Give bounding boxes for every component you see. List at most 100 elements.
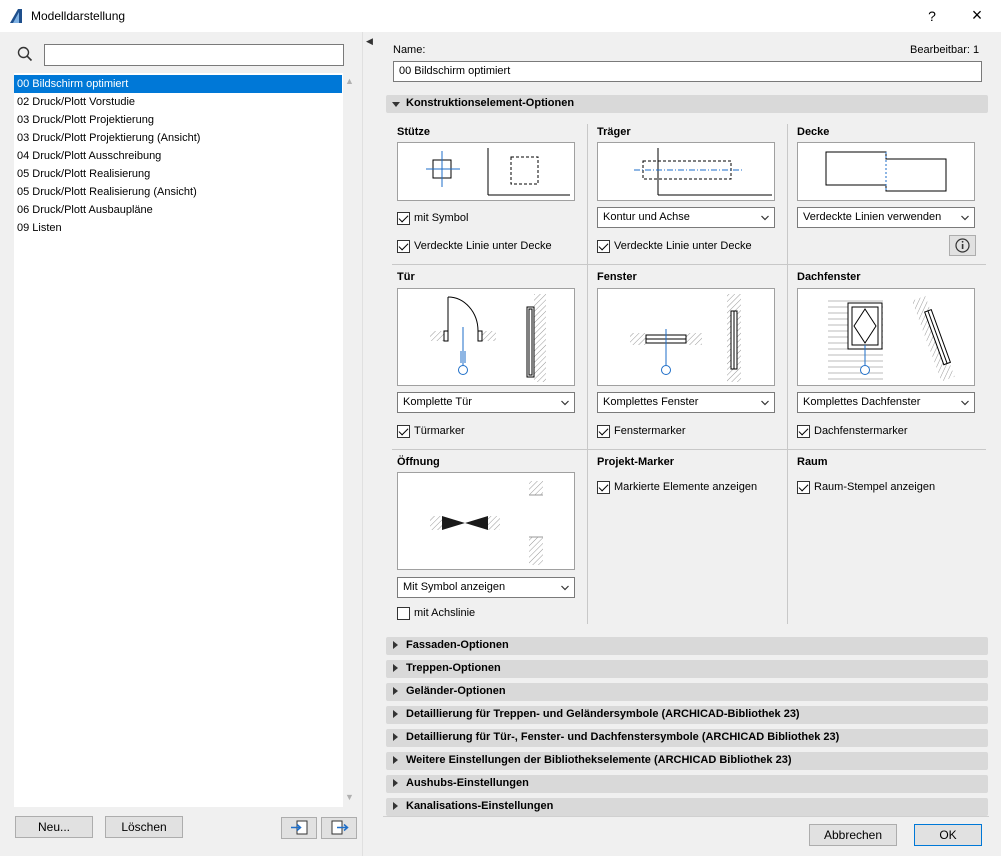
name-field[interactable]: 00 Bildschirm optimiert <box>393 61 982 82</box>
list-item[interactable]: 05 Druck/Plott Realisierung <box>14 165 343 183</box>
traeger-dropdown[interactable]: Kontur und Achse <box>597 207 775 228</box>
collapsed-section-header[interactable]: Aushubs-Einstellungen <box>386 775 988 793</box>
collapse-left-panel-icon[interactable]: ◀ <box>366 36 373 47</box>
section-label: Konstruktionselement-Optionen <box>406 97 575 109</box>
section-label: Detaillierung für Treppen- und Geländers… <box>406 708 800 720</box>
ok-button[interactable]: OK <box>914 824 982 846</box>
expand-arrow-icon <box>393 756 398 764</box>
checkbox-icon <box>397 212 410 225</box>
stuetze-preview <box>397 142 575 201</box>
expanded-arrow-icon <box>392 102 400 107</box>
decke-dropdown[interactable]: Verdeckte Linien verwenden <box>797 207 975 228</box>
section-label: Detaillierung für Tür-, Fenster- und Dac… <box>406 731 840 743</box>
column-separator <box>587 124 588 624</box>
checkbox-icon <box>397 240 410 253</box>
fenster-dropdown[interactable]: Komplettes Fenster <box>597 392 775 413</box>
section-label: Geländer-Optionen <box>406 685 506 697</box>
checkbox-icon <box>597 481 610 494</box>
collapsed-section-header[interactable]: Detaillierung für Treppen- und Geländers… <box>386 706 988 724</box>
dachfenster-preview <box>797 288 975 386</box>
decke-title: Decke <box>797 126 830 138</box>
checkbox-icon <box>397 607 410 620</box>
import-icon <box>291 820 308 835</box>
checkbox-icon <box>597 425 610 438</box>
footer-separator <box>383 816 989 817</box>
row-separator <box>392 449 986 450</box>
collapsed-section-header[interactable]: Detaillierung für Tür-, Fenster- und Dac… <box>386 729 988 747</box>
dachfenster-dropdown[interactable]: Komplettes Dachfenster <box>797 392 975 413</box>
dachfenster-title: Dachfenster <box>797 271 861 283</box>
expand-arrow-icon <box>393 687 398 695</box>
delete-button[interactable]: Löschen <box>105 816 183 838</box>
title-bar: Modelldarstellung ? × <box>0 0 1001 32</box>
expand-arrow-icon <box>393 641 398 649</box>
list-item[interactable]: 03 Druck/Plott Projektierung <box>14 111 343 129</box>
oeffnung-title: Öffnung <box>397 456 440 468</box>
oeffnung-preview <box>397 472 575 570</box>
checkbox-icon <box>797 481 810 494</box>
chevron-down-icon <box>561 400 569 406</box>
help-button[interactable]: ? <box>918 3 946 29</box>
info-icon <box>955 238 970 253</box>
section-construction-options[interactable]: Konstruktionselement-Optionen <box>386 95 988 113</box>
chevron-down-icon <box>561 585 569 591</box>
list-item[interactable]: 02 Druck/Plott Vorstudie <box>14 93 343 111</box>
export-icon <box>331 820 349 835</box>
tuer-dropdown[interactable]: Komplette Tür <box>397 392 575 413</box>
stuetze-title: Stütze <box>397 126 430 138</box>
archicad-app-icon <box>10 9 22 23</box>
expand-arrow-icon <box>393 802 398 810</box>
scroll-up-icon[interactable]: ▲ <box>345 76 354 86</box>
preset-list: 00 Bildschirm optimiert 02 Druck/Plott Vo… <box>14 73 343 807</box>
collapsed-section-header[interactable]: Treppen-Optionen <box>386 660 988 678</box>
projekt-marker-title: Projekt-Marker <box>597 456 675 468</box>
collapsed-section-header[interactable]: Kanalisations-Einstellungen <box>386 798 988 816</box>
scroll-down-icon[interactable]: ▼ <box>345 792 354 802</box>
section-label: Kanalisations-Einstellungen <box>406 800 554 812</box>
decke-preview <box>797 142 975 201</box>
list-item[interactable]: 09 Listen <box>14 219 343 237</box>
tuer-title: Tür <box>397 271 415 283</box>
window-title: Modelldarstellung <box>31 9 126 23</box>
export-button[interactable] <box>321 817 357 839</box>
section-label: Weitere Einstellungen der Bibliotheksele… <box>406 754 792 766</box>
cancel-button[interactable]: Abbrechen <box>809 824 897 846</box>
chevron-down-icon <box>761 215 769 221</box>
import-button[interactable] <box>281 817 317 839</box>
new-button[interactable]: Neu... <box>15 816 93 838</box>
list-item[interactable]: 05 Druck/Plott Realisierung (Ansicht) <box>14 183 343 201</box>
list-item[interactable]: 06 Druck/Plott Ausbaupläne <box>14 201 343 219</box>
chevron-down-icon <box>961 400 969 406</box>
search-input[interactable] <box>44 44 344 66</box>
list-item[interactable]: 00 Bildschirm optimiert <box>14 75 342 93</box>
list-item[interactable]: 04 Druck/Plott Ausschreibung <box>14 147 343 165</box>
expand-arrow-icon <box>393 733 398 741</box>
expand-arrow-icon <box>393 710 398 718</box>
fenster-preview <box>597 288 775 386</box>
section-label: Aushubs-Einstellungen <box>406 777 529 789</box>
checkbox-icon <box>797 425 810 438</box>
collapsed-section-header[interactable]: Weitere Einstellungen der Bibliotheksele… <box>386 752 988 770</box>
tuer-preview <box>397 288 575 386</box>
oeffnung-dropdown[interactable]: Mit Symbol anzeigen <box>397 577 575 598</box>
checkbox-icon <box>597 240 610 253</box>
collapsed-section-header[interactable]: Geländer-Optionen <box>386 683 988 701</box>
chevron-down-icon <box>761 400 769 406</box>
panel-divider[interactable] <box>362 32 374 856</box>
section-label: Treppen-Optionen <box>406 662 501 674</box>
checkbox-icon <box>397 425 410 438</box>
search-icon <box>17 46 33 62</box>
expand-arrow-icon <box>393 664 398 672</box>
traeger-title: Träger <box>597 126 631 138</box>
collapsed-section-header[interactable]: Fassaden-Optionen <box>386 637 988 655</box>
info-button[interactable] <box>949 235 976 256</box>
fenster-title: Fenster <box>597 271 637 283</box>
column-separator <box>787 124 788 624</box>
chevron-down-icon <box>961 215 969 221</box>
name-label: Name: <box>393 44 426 56</box>
close-button[interactable]: × <box>962 3 992 29</box>
row-separator <box>392 264 986 265</box>
traeger-preview <box>597 142 775 201</box>
raum-title: Raum <box>797 456 828 468</box>
list-item[interactable]: 03 Druck/Plott Projektierung (Ansicht) <box>14 129 343 147</box>
